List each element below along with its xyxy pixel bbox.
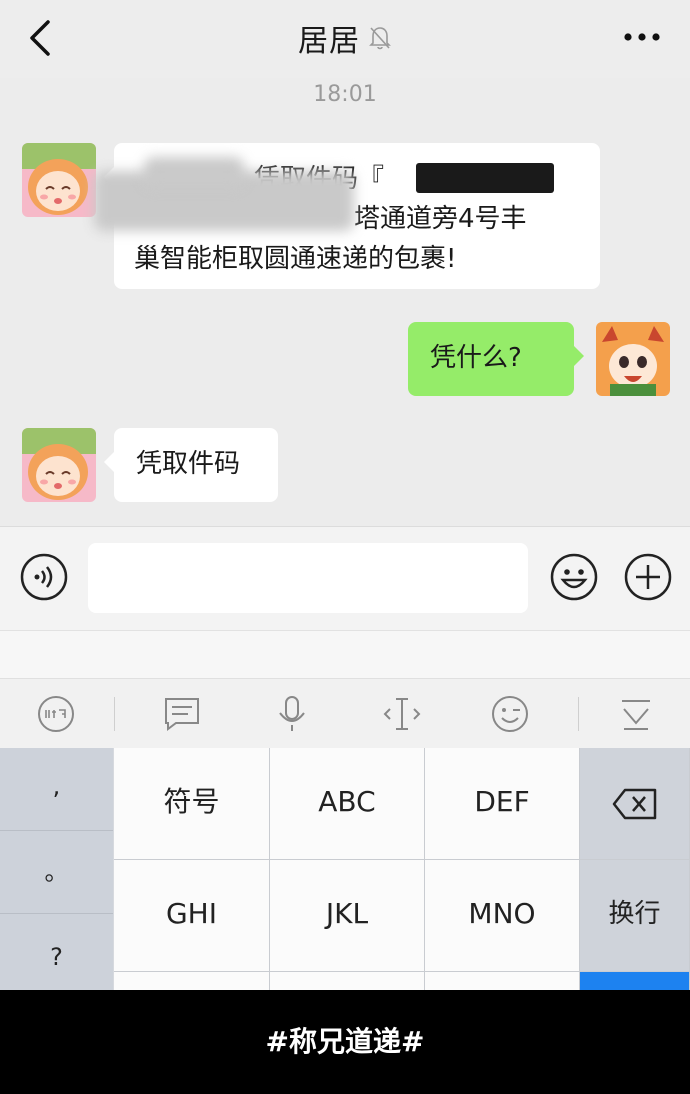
key-ghi[interactable]: GHI bbox=[114, 860, 270, 972]
key-row3-right[interactable] bbox=[425, 972, 580, 990]
more-dots-icon[interactable] bbox=[620, 22, 664, 52]
send-key[interactable] bbox=[580, 972, 690, 990]
sent-message-text: 凭什么? bbox=[430, 343, 522, 373]
chat-screen: 居居 18:01 塔通道旁4号丰 巢智能柜取圆通速递的包裹! 凭什么? 凭取件码… bbox=[0, 0, 690, 990]
plus-icon[interactable] bbox=[624, 553, 672, 601]
caption-banner: #称兄道递# bbox=[0, 990, 690, 1094]
punct-key-comma[interactable]: , bbox=[0, 748, 113, 831]
toolbar-separator bbox=[578, 697, 579, 731]
bell-muted-icon bbox=[369, 27, 391, 50]
received-message-bubble[interactable]: 凭取件码『』 塔通道旁4号丰 巢智能柜取圆通速递的包裹! bbox=[94, 143, 600, 289]
punct-key-period[interactable]: 。 bbox=[0, 831, 113, 914]
anime-girl-avatar-icon bbox=[596, 322, 670, 396]
contact-avatar[interactable] bbox=[22, 428, 96, 502]
chat-title-group: 居居 bbox=[0, 16, 690, 60]
key-abc[interactable]: ABC bbox=[270, 748, 425, 860]
toolbar-separator bbox=[114, 697, 115, 731]
key-mno[interactable]: MNO bbox=[425, 860, 580, 972]
key-symbols[interactable]: 符号 bbox=[114, 748, 270, 860]
anime-girl-avatar-icon bbox=[22, 428, 96, 502]
contact-avatar[interactable] bbox=[22, 143, 96, 217]
backspace-icon bbox=[612, 788, 657, 820]
emoji-icon[interactable] bbox=[550, 553, 598, 601]
message-list[interactable]: 18:01 凭取件码『』 塔通道旁4号丰 巢智能柜取圆通速递的包裹! bbox=[0, 78, 690, 526]
message-timestamp: 18:01 bbox=[313, 82, 377, 107]
sent-message-bubble[interactable]: 凭什么? bbox=[408, 322, 584, 396]
nav-bar: 居居 bbox=[0, 0, 690, 78]
blurred-region bbox=[144, 157, 244, 187]
collapse-keyboard-icon[interactable] bbox=[614, 693, 658, 735]
punct-key-question[interactable]: ? bbox=[0, 914, 113, 990]
t9-keyboard: , 。 ? 符号 ABC DEF GHI JKL MNO 换行 bbox=[0, 748, 690, 990]
message-input[interactable] bbox=[88, 543, 528, 613]
message-line-3: 巢智能柜取圆通速递的包裹! bbox=[134, 244, 457, 274]
emoji-wink-icon[interactable] bbox=[488, 693, 532, 735]
redacted-code bbox=[416, 163, 554, 193]
key-row3-mid[interactable] bbox=[270, 972, 425, 990]
anime-girl-avatar-icon bbox=[22, 143, 96, 217]
received-message-bubble[interactable]: 凭取件码 bbox=[104, 428, 278, 502]
key-jkl[interactable]: JKL bbox=[270, 860, 425, 972]
cursor-icon[interactable] bbox=[380, 693, 424, 735]
key-row3-left[interactable] bbox=[114, 972, 270, 990]
key-def[interactable]: DEF bbox=[425, 748, 580, 860]
message-line-2: 塔通道旁4号丰 bbox=[354, 204, 527, 234]
message-icon[interactable] bbox=[160, 693, 204, 735]
voice-icon[interactable] bbox=[20, 553, 68, 601]
my-avatar[interactable] bbox=[596, 322, 670, 396]
candidate-strip bbox=[0, 630, 690, 679]
ime-icon[interactable] bbox=[34, 693, 78, 735]
enter-key[interactable]: 换行 bbox=[580, 860, 690, 972]
mic-icon[interactable] bbox=[270, 693, 314, 735]
received-message-text: 凭取件码 bbox=[136, 449, 241, 479]
keyboard-toolbar bbox=[0, 678, 690, 749]
chat-input-bar bbox=[0, 526, 690, 631]
backspace-key[interactable] bbox=[580, 748, 690, 860]
chat-title: 居居 bbox=[298, 24, 360, 59]
